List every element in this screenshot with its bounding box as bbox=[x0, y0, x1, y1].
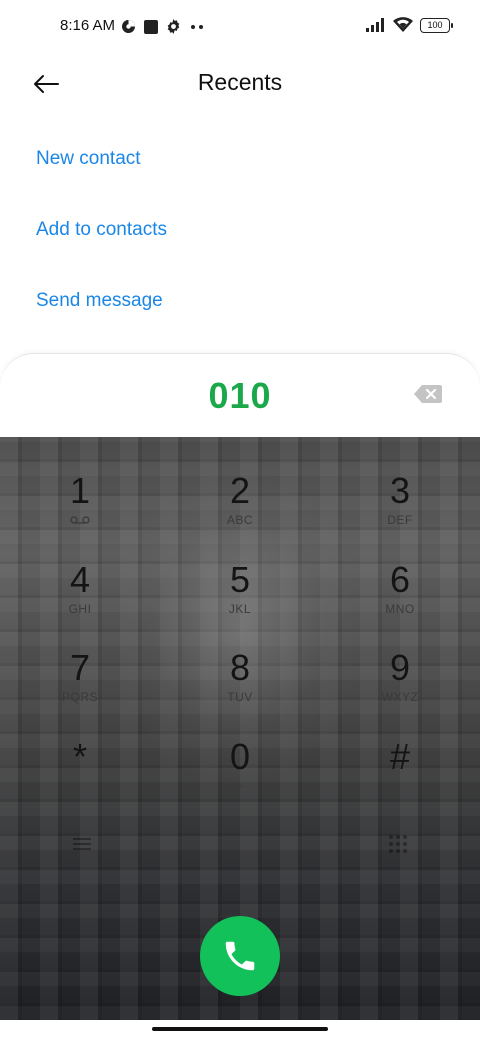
key-2[interactable]: 2 ABC bbox=[180, 463, 300, 547]
navigation-bar bbox=[0, 1020, 480, 1040]
key-digit: 1 bbox=[69, 470, 91, 511]
menu-icon[interactable] bbox=[70, 832, 94, 856]
call-button[interactable] bbox=[200, 916, 280, 996]
add-to-contacts-link[interactable]: Add to contacts bbox=[36, 219, 167, 241]
square-notification-icon bbox=[144, 19, 158, 34]
key-7[interactable]: 7 PQRS bbox=[20, 640, 140, 724]
dialed-number: 010 bbox=[208, 375, 272, 416]
dialed-number-panel: 010 bbox=[0, 353, 480, 437]
status-time: 8:16 AM bbox=[60, 17, 116, 34]
signal-icon bbox=[366, 18, 384, 32]
backspace-button[interactable] bbox=[414, 384, 442, 404]
key-hash[interactable]: # bbox=[340, 729, 460, 813]
home-indicator[interactable] bbox=[152, 1027, 328, 1031]
dialpad-toggle-icon[interactable] bbox=[386, 832, 410, 856]
voicemail-icon bbox=[70, 516, 90, 524]
key-9[interactable]: 9 WXYZ bbox=[340, 640, 460, 724]
status-bar: 8:16 AM 100 bbox=[0, 0, 480, 56]
more-dots-icon bbox=[191, 24, 203, 29]
key-3[interactable]: 3 DEF bbox=[340, 463, 460, 547]
header: Recents bbox=[0, 56, 480, 112]
phone-icon bbox=[225, 941, 255, 971]
key-6[interactable]: 6 MNO bbox=[340, 552, 460, 636]
key-4[interactable]: 4 GHI bbox=[20, 552, 140, 636]
key-5[interactable]: 5 JKL bbox=[180, 552, 300, 636]
key-1[interactable]: 1 bbox=[20, 463, 140, 547]
gear-icon bbox=[167, 19, 180, 34]
battery-icon: 100 bbox=[420, 17, 453, 33]
key-star[interactable]: * , bbox=[20, 729, 140, 813]
backspace-icon bbox=[414, 385, 442, 403]
wifi-icon bbox=[393, 17, 413, 32]
key-0[interactable]: 0 + bbox=[180, 729, 300, 813]
data-saver-icon bbox=[122, 20, 135, 33]
page-title: Recents bbox=[197, 69, 283, 95]
key-8[interactable]: 8 TUV bbox=[180, 640, 300, 724]
new-contact-link[interactable]: New contact bbox=[36, 148, 141, 170]
send-message-link[interactable]: Send message bbox=[36, 290, 163, 312]
battery-level: 100 bbox=[427, 19, 443, 30]
